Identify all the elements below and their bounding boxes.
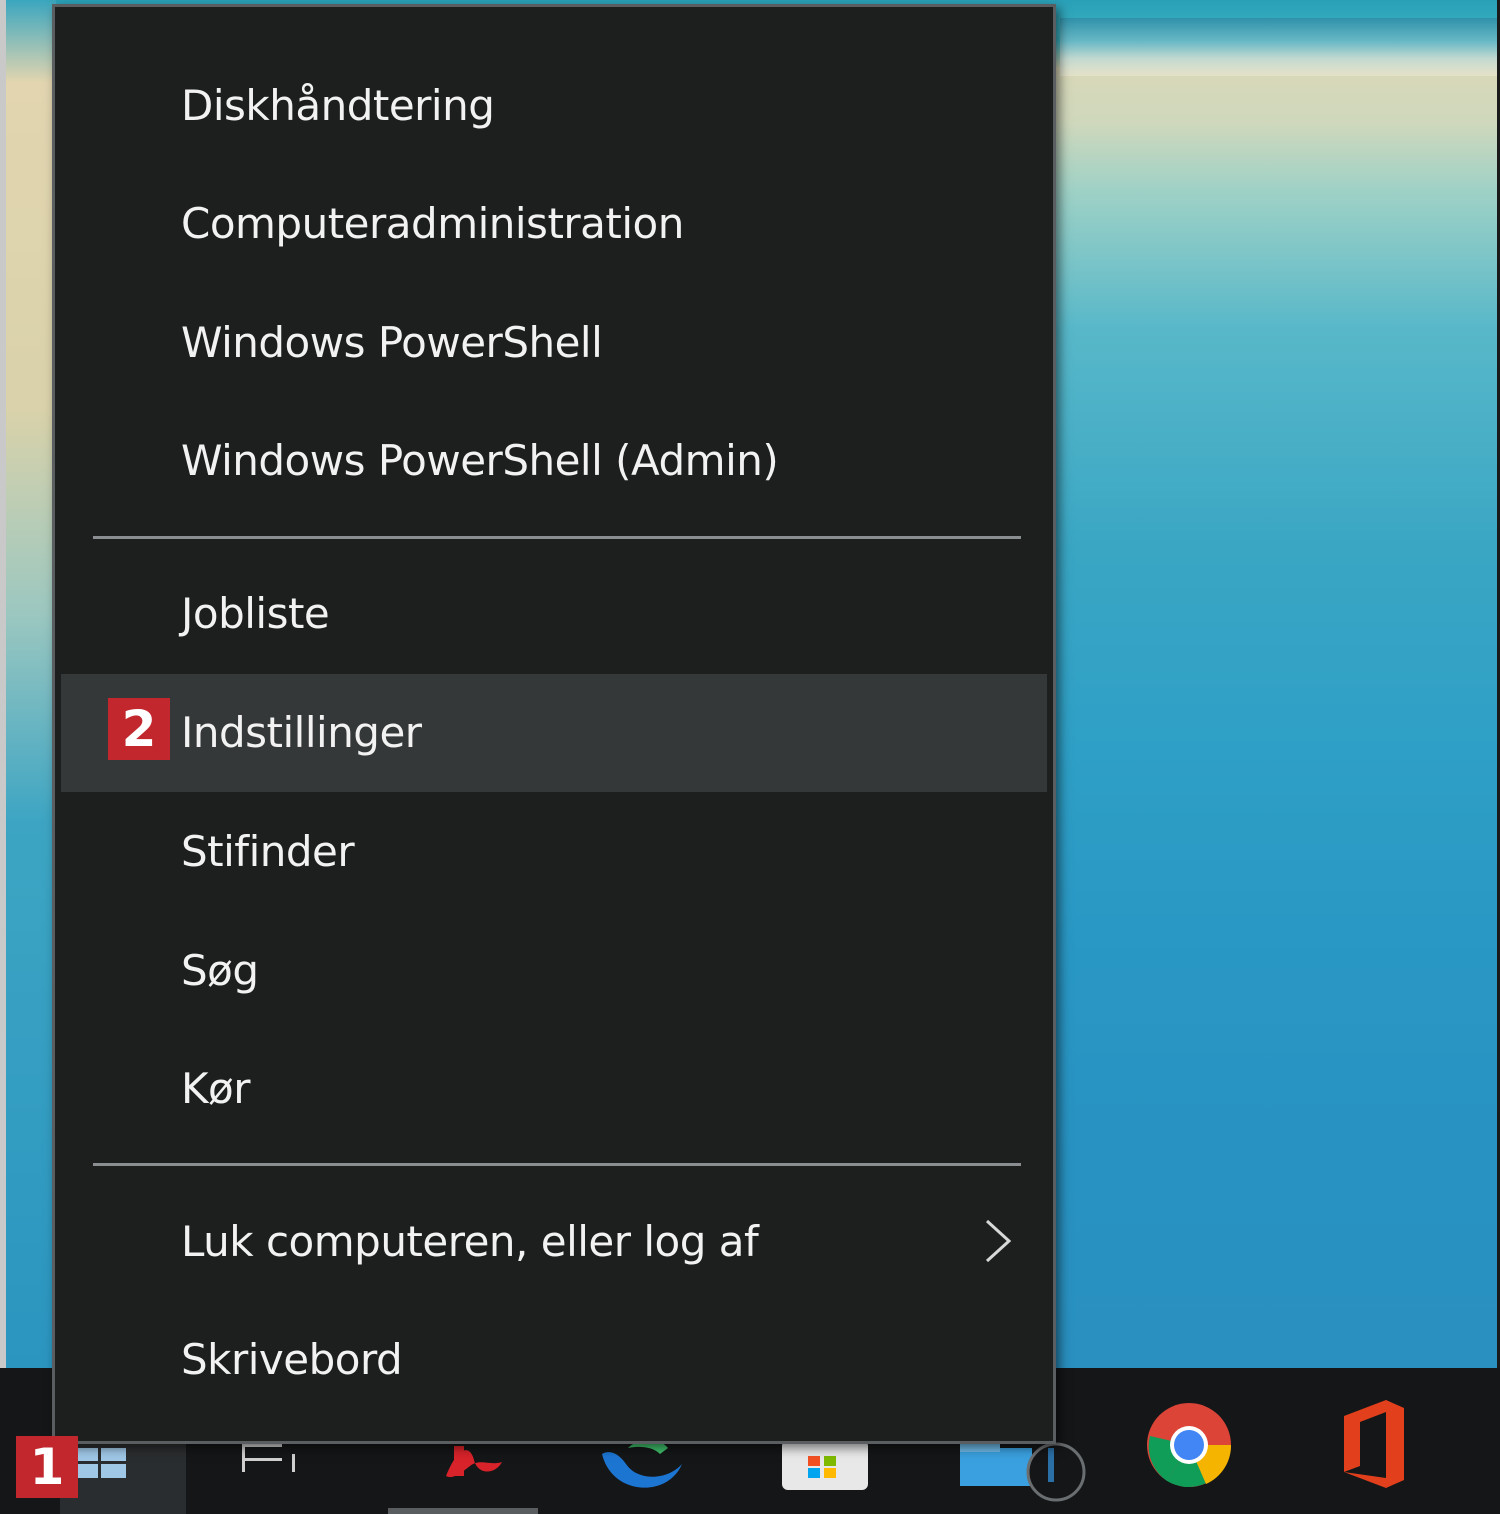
step-badge-start: 1	[16, 1436, 78, 1498]
chevron-right-icon	[985, 1219, 1012, 1263]
menu-item-label: Windows PowerShell	[181, 318, 603, 367]
menu-item-task-manager[interactable]: Jobliste	[61, 555, 1047, 673]
menu-item-label: Stifinder	[181, 827, 355, 876]
office-icon[interactable]	[1336, 1400, 1408, 1488]
task-view-icon[interactable]	[240, 1440, 300, 1476]
menu-item-label: Luk computeren, eller log af	[181, 1217, 759, 1266]
menu-item-run[interactable]: Kør	[61, 1030, 1047, 1148]
taskbar-active-indicator	[388, 1508, 538, 1514]
menu-item-label: Jobliste	[181, 589, 330, 638]
menu-item-label: Skrivebord	[181, 1335, 403, 1384]
chrome-icon[interactable]	[1146, 1402, 1232, 1488]
menu-item-label: Computeradministration	[181, 199, 684, 248]
menu-item-powershell-admin[interactable]: Windows PowerShell (Admin)	[61, 402, 1047, 520]
file-explorer-icon[interactable]	[960, 1440, 1032, 1486]
menu-item-file-explorer[interactable]: Stifinder	[61, 793, 1047, 911]
menu-separator	[93, 1163, 1021, 1166]
power-user-menu: Diskhåndtering Computeradministration Wi…	[52, 4, 1056, 1444]
step-badge-settings: 2	[108, 698, 170, 760]
menu-item-label: Søg	[181, 946, 259, 995]
wallpaper-left-strip	[0, 0, 56, 1368]
menu-item-label: Windows PowerShell (Admin)	[181, 436, 779, 485]
wallpaper-wave	[1060, 18, 1500, 76]
menu-item-computer-management[interactable]: Computeradministration	[61, 165, 1047, 283]
menu-item-label: Indstillinger	[181, 708, 422, 757]
screen-edge-left	[0, 0, 6, 1514]
menu-item-search[interactable]: Søg	[61, 912, 1047, 1030]
menu-item-disk-management[interactable]: Diskhåndtering	[61, 47, 1047, 165]
menu-item-desktop[interactable]: Skrivebord	[61, 1301, 1047, 1419]
menu-item-settings[interactable]: Indstillinger	[61, 674, 1047, 792]
clock-icon[interactable]	[1024, 1440, 1088, 1504]
store-icon[interactable]	[782, 1440, 868, 1490]
menu-item-label: Kør	[181, 1064, 251, 1113]
windows-start-icon[interactable]	[78, 1448, 126, 1478]
menu-item-shutdown-signout[interactable]: Luk computeren, eller log af	[61, 1183, 1047, 1301]
menu-separator	[93, 536, 1021, 539]
menu-item-powershell[interactable]: Windows PowerShell	[61, 284, 1047, 402]
menu-item-label: Diskhåndtering	[181, 81, 495, 130]
